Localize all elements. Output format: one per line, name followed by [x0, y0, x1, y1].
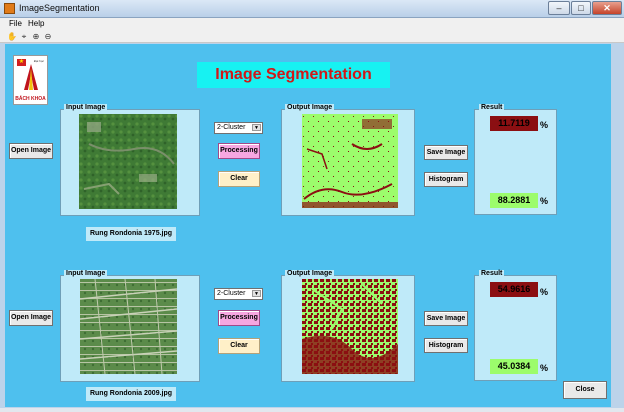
- result-value-dark-2: 54.9616: [490, 282, 538, 297]
- output-image-label-2: Output Image: [285, 270, 335, 277]
- result-label-1: Result: [479, 104, 505, 111]
- result-value-dark-1: 11.7119: [490, 116, 538, 131]
- app-icon: [4, 3, 15, 14]
- menu-help[interactable]: Help: [28, 19, 44, 28]
- filename-label-1: Rung Rondonia 1975.jpg: [86, 227, 176, 241]
- logo-subtext: Đại học: [33, 59, 44, 63]
- cluster-select-value-2: 2-Cluster: [217, 290, 246, 297]
- result-label-2: Result: [479, 270, 505, 277]
- histogram-button-1[interactable]: Histogram: [424, 172, 468, 187]
- logo-emblem: [24, 64, 38, 90]
- cluster-select-value-1: 2-Cluster: [217, 124, 246, 131]
- chevron-down-icon[interactable]: ▼: [252, 124, 261, 131]
- histogram-button-2[interactable]: Histogram: [424, 338, 468, 353]
- menu-bar: File Help: [0, 18, 624, 30]
- output-image-2: [302, 279, 398, 374]
- percent-sign: %: [540, 196, 549, 206]
- filename-label-2: Rung Rondonia 2009.jpg: [86, 387, 176, 401]
- close-button[interactable]: Close: [563, 381, 607, 399]
- zoom-out-icon[interactable]: ⊖: [43, 32, 53, 41]
- window-border: [0, 408, 624, 412]
- cluster-select-2[interactable]: 2-Cluster ▼: [214, 288, 263, 300]
- result-value-light-1: 88.2881: [490, 193, 538, 208]
- window-title: ImageSegmentation: [19, 3, 100, 13]
- processing-button-1[interactable]: Processing: [218, 143, 260, 159]
- result-value-light-2: 45.0384: [490, 359, 538, 374]
- chevron-down-icon[interactable]: ▼: [252, 290, 261, 297]
- percent-sign: %: [540, 287, 549, 297]
- output-image-label-1: Output Image: [285, 104, 335, 111]
- minimize-button[interactable]: –: [548, 1, 570, 15]
- save-image-button-1[interactable]: Save Image: [424, 145, 468, 160]
- input-image-1: [79, 114, 177, 209]
- zoom-in-icon[interactable]: ⊕: [31, 32, 41, 41]
- percent-sign: %: [540, 363, 549, 373]
- hand-pan-icon[interactable]: ✋: [7, 32, 17, 41]
- percent-sign: %: [540, 120, 549, 130]
- university-logo: ★ Đại học BÁCH KHOA: [13, 55, 48, 105]
- app-title: Image Segmentation: [197, 62, 390, 88]
- clear-button-2[interactable]: Clear: [218, 338, 260, 354]
- input-image-2: [80, 279, 177, 374]
- cluster-select-1[interactable]: 2-Cluster ▼: [214, 122, 263, 134]
- processing-button-2[interactable]: Processing: [218, 310, 260, 326]
- menu-file[interactable]: File: [9, 19, 22, 28]
- output-image-1: [302, 114, 398, 208]
- save-image-button-2[interactable]: Save Image: [424, 311, 468, 326]
- data-cursor-icon[interactable]: ⌖: [19, 32, 29, 41]
- open-image-button-1[interactable]: Open Image: [9, 143, 53, 159]
- logo-text: BÁCH KHOA: [15, 96, 46, 102]
- maximize-button[interactable]: □: [571, 1, 591, 15]
- close-window-button[interactable]: ✕: [592, 1, 622, 15]
- input-image-label-1: Input Image: [64, 104, 108, 111]
- toolbar: ✋ ⌖ ⊕ ⊖: [0, 30, 624, 43]
- input-image-label-2: Input Image: [64, 270, 108, 277]
- open-image-button-2[interactable]: Open Image: [9, 310, 53, 326]
- clear-button-1[interactable]: Clear: [218, 171, 260, 187]
- title-bar: ImageSegmentation – □ ✕: [0, 0, 624, 18]
